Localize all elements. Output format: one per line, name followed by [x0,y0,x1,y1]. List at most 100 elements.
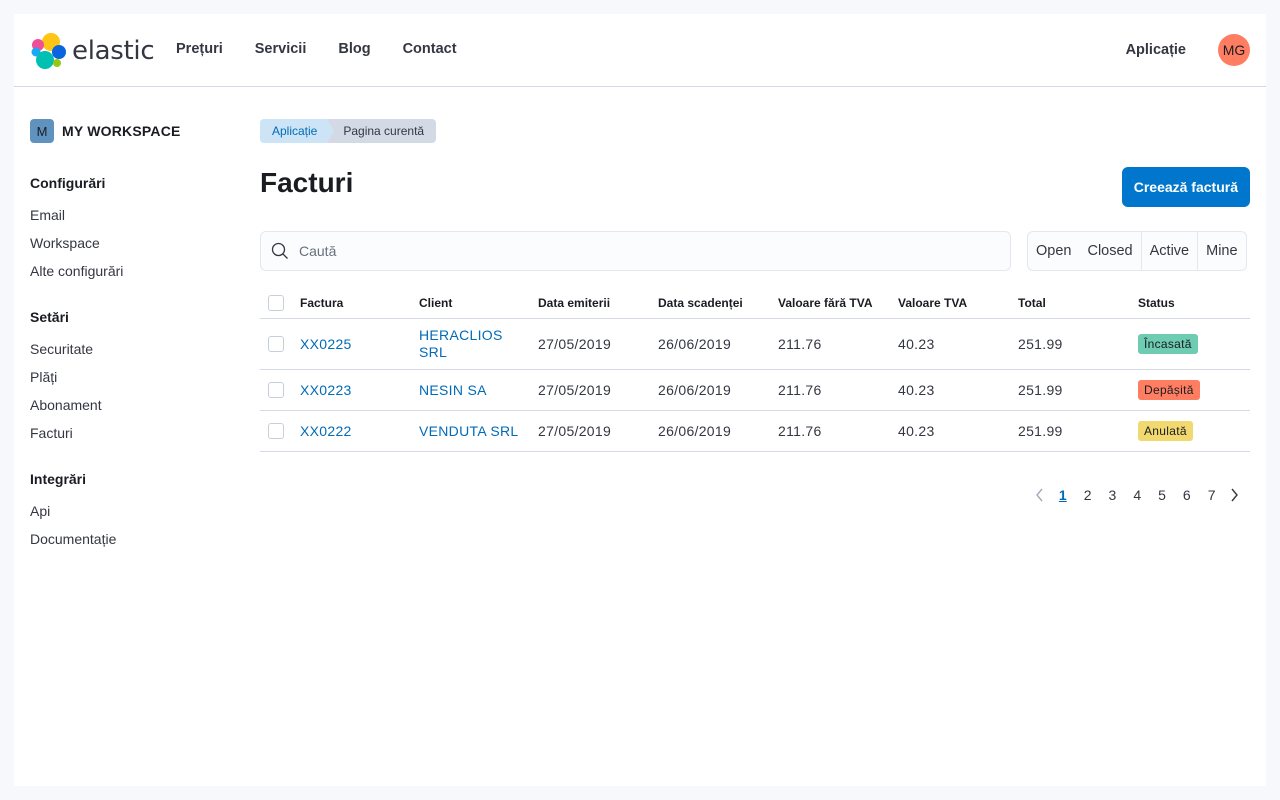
row-checkbox[interactable] [268,382,284,398]
total-value: 251.99 [1018,336,1063,352]
title-row: Facturi Creează factură [260,167,1250,227]
invoice-link[interactable]: XX0225 [300,336,419,352]
sidebar-item-securitate[interactable]: Securitate [30,335,230,363]
search-icon [271,242,288,259]
avatar[interactable]: MG [1218,34,1250,66]
workspace-badge: M [30,119,54,143]
nav-item-contact[interactable]: Contact [403,41,457,57]
sidebar-group-title: Configurări [30,175,106,191]
sidebar-item-abonament[interactable]: Abonament [30,391,230,419]
page-6[interactable]: 6 [1174,487,1199,503]
sidebar-item-documentatie[interactable]: Documentație [30,525,230,553]
filter-active[interactable]: Active [1140,232,1198,270]
sidebar-item-api[interactable]: Api [30,497,230,525]
table-header: Factura Client Data emiterii Data scaden… [260,287,1250,319]
app-frame: elastic Prețuri Servicii Blog Contact Ap… [14,14,1266,786]
chevron-right-icon [1231,488,1238,502]
due-date: 26/06/2019 [658,423,732,439]
next-page-button[interactable] [1224,488,1244,502]
client-name-line: SRL [419,344,448,360]
page-3[interactable]: 3 [1100,487,1125,503]
status-badge: Depășită [1138,380,1200,400]
filter-open[interactable]: Open [1028,232,1079,270]
workspace-header[interactable]: M MY WORKSPACE [30,119,230,143]
column-header-valoare-tva[interactable]: Valoare TVA [898,296,1018,310]
sidebar-item-email[interactable]: Email [30,201,230,229]
vat-value: 40.23 [898,336,935,352]
brand-name: elastic [72,36,155,66]
main-content: Aplicație Pagina curentă Facturi Creează… [260,119,1250,503]
column-header-factura[interactable]: Factura [300,296,419,310]
previous-page-button[interactable] [1030,488,1050,502]
sidebar-group-configurari: Configurări Email Workspace Alte configu… [30,173,230,285]
header-right: Aplicație MG [1126,34,1250,66]
select-all-checkbox[interactable] [268,294,284,311]
column-header-valoare-fara-tva[interactable]: Valoare fără TVA [778,296,898,310]
vat-value: 40.23 [898,382,935,398]
client-name-line: HERACLIOS [419,327,503,343]
filter-group: Open Closed Active Mine [1027,231,1247,271]
total-value: 251.99 [1018,423,1063,439]
due-date: 26/06/2019 [658,382,732,398]
due-date: 26/06/2019 [658,336,732,352]
filter-mine[interactable]: Mine [1197,232,1245,270]
sidebar-item-plati[interactable]: Plăți [30,363,230,391]
net-value: 211.76 [778,382,822,398]
column-header-total[interactable]: Total [1018,296,1138,310]
page-5[interactable]: 5 [1150,487,1175,503]
filter-closed[interactable]: Closed [1079,232,1140,270]
net-value: 211.76 [778,336,822,352]
issue-date: 27/05/2019 [538,382,612,398]
workspace-name: MY WORKSPACE [62,123,181,139]
sidebar-item-facturi[interactable]: Facturi [30,419,230,447]
table-row: XX0223 NESIN SA 27/05/2019 26/06/2019 21… [260,370,1250,411]
column-header-data-emiterii[interactable]: Data emiterii [538,296,658,310]
breadcrumb-item-current: Pagina curentă [327,119,437,143]
search-input[interactable] [299,243,979,259]
sidebar-group-title: Integrări [30,471,87,487]
sidebar-group-integrari: Integrări Api Documentație [30,469,230,553]
issue-date: 27/05/2019 [538,336,612,352]
search-box[interactable] [260,231,1011,271]
nav-item-preturi[interactable]: Prețuri [176,41,223,57]
breadcrumb: Aplicație Pagina curentă [260,119,1250,143]
column-header-client[interactable]: Client [419,296,538,310]
elastic-logo-icon [31,33,66,69]
invoice-link[interactable]: XX0223 [300,382,419,398]
elastic-logo[interactable]: elastic [30,32,155,70]
invoices-table: Factura Client Data emiterii Data scaden… [260,287,1250,452]
top-header: elastic Prețuri Servicii Blog Contact Ap… [14,14,1266,87]
column-header-status[interactable]: Status [1138,296,1250,310]
app-link[interactable]: Aplicație [1126,42,1186,58]
status-badge: Încasată [1138,334,1198,354]
client-link[interactable]: NESIN SA [419,382,538,398]
page-4[interactable]: 4 [1125,487,1150,503]
column-header-data-scadentei[interactable]: Data scadenței [658,296,778,310]
table-row: XX0222 VENDUTA SRL 27/05/2019 26/06/2019… [260,411,1250,452]
main-nav: Prețuri Servicii Blog Contact [176,41,489,57]
page-7[interactable]: 7 [1199,487,1224,503]
issue-date: 27/05/2019 [538,423,612,439]
status-badge: Anulată [1138,421,1193,441]
client-link[interactable]: VENDUTA SRL [419,423,538,439]
page-title: Facturi [260,167,354,198]
table-toolbar: Open Closed Active Mine [260,231,1250,271]
table-row: XX0225 HERACLIOS SRL 27/05/2019 26/06/20… [260,319,1250,370]
page-2[interactable]: 2 [1075,487,1100,503]
net-value: 211.76 [778,423,822,439]
sidebar: M MY WORKSPACE Configurări Email Workspa… [30,119,230,575]
row-checkbox[interactable] [268,423,284,439]
nav-item-blog[interactable]: Blog [338,41,370,57]
page-1[interactable]: 1 [1050,487,1075,503]
sidebar-group-setari: Setări Securitate Plăți Abonament Factur… [30,307,230,447]
breadcrumb-item-aplicatie[interactable]: Aplicație [260,119,335,143]
create-invoice-button[interactable]: Creează factură [1121,167,1250,207]
row-checkbox[interactable] [268,336,284,352]
nav-item-servicii[interactable]: Servicii [255,41,307,57]
sidebar-item-workspace[interactable]: Workspace [30,229,230,257]
sidebar-group-title: Setări [30,309,69,325]
pagination: 1 2 3 4 5 6 7 [1030,487,1244,503]
sidebar-item-alte-configurari[interactable]: Alte configurări [30,257,230,285]
client-link[interactable]: HERACLIOS SRL [419,327,538,361]
invoice-link[interactable]: XX0222 [300,423,419,439]
